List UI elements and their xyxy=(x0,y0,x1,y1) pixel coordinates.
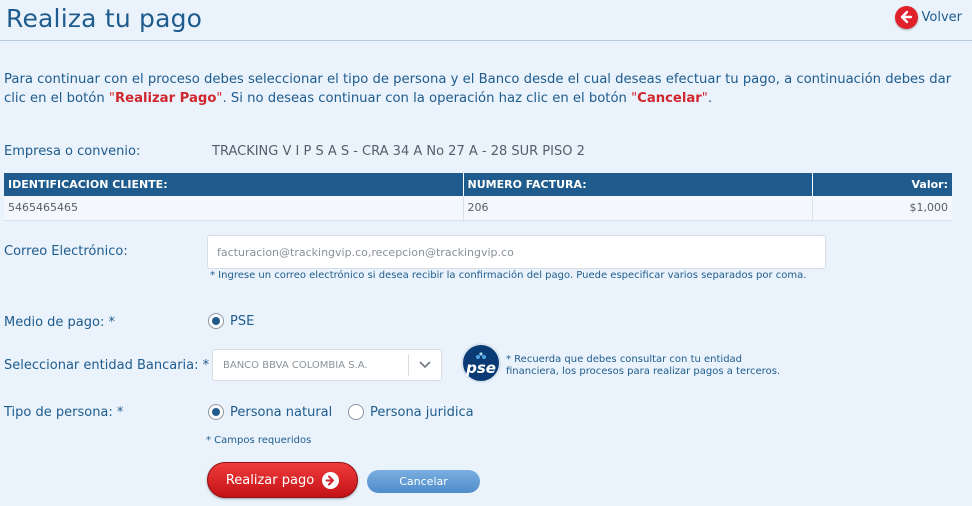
intro-part-2: . Si no deseas continuar con la operació… xyxy=(222,91,632,106)
bank-select[interactable]: BANCO BBVA COLOMBIA S.A. xyxy=(212,349,442,381)
email-hint: * Ingrese un correo electrónico si desea… xyxy=(210,270,807,281)
table-row: 5465465465 206 $1,000 xyxy=(4,196,952,221)
cell-amount: $1,000 xyxy=(812,196,952,221)
radio-persona-juridica[interactable]: Persona juridica xyxy=(348,404,474,420)
radio-persona-natural-label: Persona natural xyxy=(230,404,333,420)
header-invoice-number: NUMERO FACTURA: xyxy=(463,173,813,196)
pse-logo: pse xyxy=(461,343,501,383)
radio-pse[interactable]: PSE xyxy=(208,313,254,329)
invoice-table: IDENTIFICACION CLIENTE: NUMERO FACTURA: … xyxy=(4,173,952,221)
required-note: * Campos requeridos xyxy=(206,435,312,446)
intro-pay-highlight: Realizar Pago xyxy=(114,91,217,106)
header-client-id: IDENTIFICACION CLIENTE: xyxy=(4,173,464,196)
email-label: Correo Electrónico: xyxy=(4,244,128,259)
intro-part-3: . xyxy=(707,91,713,106)
person-type-label: Tipo de persona: * xyxy=(4,405,124,420)
arrow-right-icon xyxy=(322,471,340,489)
radio-persona-juridica-label: Persona juridica xyxy=(370,404,474,420)
cancel-button[interactable]: Cancelar xyxy=(367,470,480,493)
arrow-left-icon xyxy=(894,5,918,29)
pay-button[interactable]: Realizar pago xyxy=(207,462,358,498)
pay-button-label: Realizar pago xyxy=(225,472,315,488)
bank-select-value: BANCO BBVA COLOMBIA S.A. xyxy=(223,359,368,371)
email-field[interactable] xyxy=(207,235,826,269)
radio-persona-juridica-dot[interactable] xyxy=(348,404,364,420)
company-label: Empresa o convenio: xyxy=(4,144,141,159)
company-value: TRACKING V I P S A S - CRA 34 A No 27 A … xyxy=(212,144,585,159)
bank-label: Seleccionar entidad Bancaria: * xyxy=(4,358,210,373)
intro-cancel-highlight: Cancelar xyxy=(637,91,702,106)
radio-pse-label: PSE xyxy=(230,313,255,329)
radio-pse-dot[interactable] xyxy=(208,313,224,329)
page-header: Realiza tu pago Volver xyxy=(0,0,972,41)
back-label: Volver xyxy=(921,9,963,25)
table-header-row: IDENTIFICACION CLIENTE: NUMERO FACTURA: … xyxy=(4,173,952,196)
payment-method-label: Medio de pago: * xyxy=(4,315,115,330)
page-title: Realiza tu pago xyxy=(6,4,203,33)
cell-client-id: 5465465465 xyxy=(4,196,464,221)
header-amount: Valor: xyxy=(812,173,952,196)
radio-persona-natural[interactable]: Persona natural xyxy=(208,404,332,420)
intro-text: Para continuar con el proceso debes sele… xyxy=(4,72,952,106)
pse-logo-text: pse xyxy=(466,358,496,377)
radio-persona-natural-dot[interactable] xyxy=(208,404,224,420)
chevron-down-icon[interactable] xyxy=(408,354,441,376)
cell-invoice-number: 206 xyxy=(463,196,813,221)
pse-note: * Recuerda que debes consultar con tu en… xyxy=(506,354,781,377)
back-button[interactable]: Volver xyxy=(894,4,963,30)
